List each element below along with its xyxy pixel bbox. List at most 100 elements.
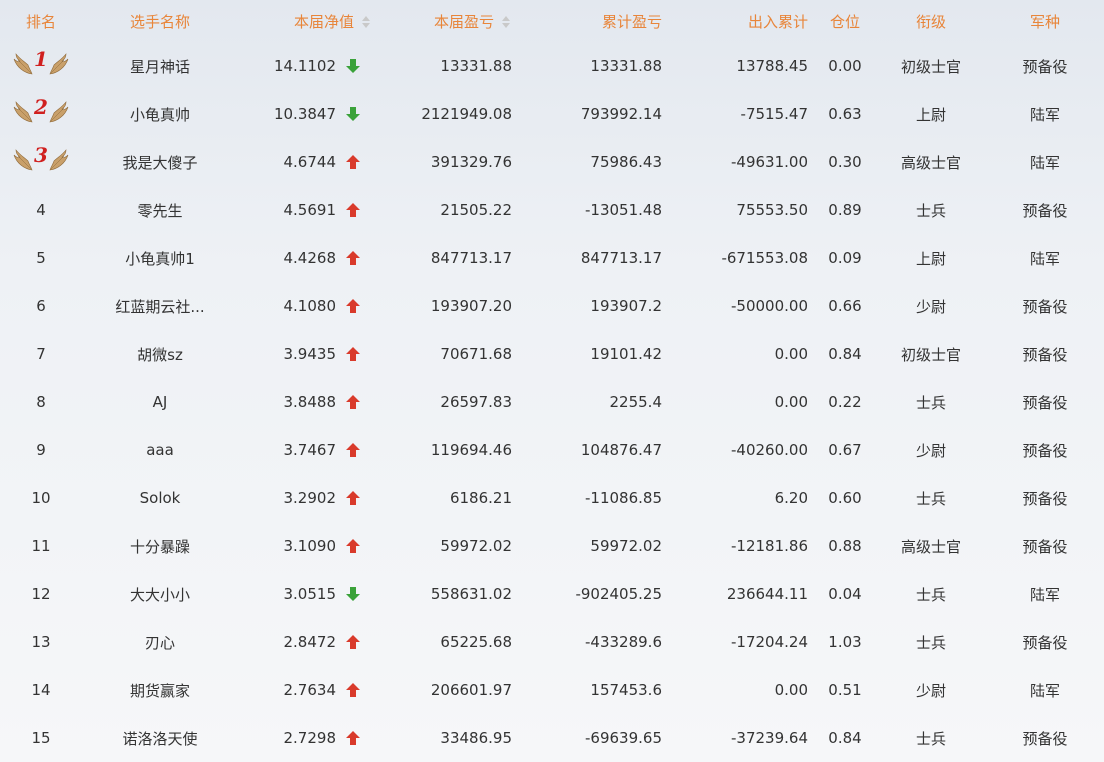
table-row[interactable]: 5 小龟真帅1 4.4268 847713.17 847713.17 -6715… <box>0 234 1104 282</box>
rank-medal: 3 <box>13 145 69 171</box>
nav-value: 2.8472 <box>283 633 337 651</box>
table-row[interactable]: 4 零先生 4.5691 21505.22 -13051.48 75553.50… <box>0 186 1104 234</box>
cell-profit: 70671.68 <box>440 345 512 363</box>
player-name[interactable]: 红蓝期云社... <box>115 298 204 316</box>
cell-cum-profit: -69639.65 <box>585 729 662 747</box>
cell-title: 少尉 <box>915 297 946 316</box>
cell-profit: 847713.17 <box>430 249 512 267</box>
table-row[interactable]: 2 小龟真帅 10.3847 2121949.08 793992.14 -751… <box>0 90 1104 138</box>
nav-value: 4.5691 <box>283 201 337 219</box>
cell-name[interactable]: Solok <box>82 474 238 522</box>
player-name[interactable]: 胡微sz <box>137 346 183 364</box>
player-name[interactable]: 大大小小 <box>130 586 190 604</box>
nav-value: 2.7298 <box>283 729 337 747</box>
table-row[interactable]: 9 aaa 3.7467 119694.46 104876.47 -40260.… <box>0 426 1104 474</box>
player-name[interactable]: AJ <box>153 393 168 411</box>
table-row[interactable]: 8 AJ 3.8488 26597.83 2255.4 0.00 0.22 士兵… <box>0 378 1104 426</box>
player-name[interactable]: 十分暴躁 <box>130 538 190 556</box>
col-header-branch: 军种 <box>1029 12 1060 31</box>
cell-branch: 陆军 <box>1029 249 1060 268</box>
nav-value: 4.1080 <box>283 297 337 315</box>
cell-name[interactable]: 胡微sz <box>82 330 238 378</box>
table-row[interactable]: 6 红蓝期云社... 4.1080 193907.20 193907.2 -50… <box>0 282 1104 330</box>
arrow-up-icon <box>346 731 360 745</box>
arrow-up-icon <box>346 635 360 649</box>
rank-number: 14 <box>31 681 51 699</box>
cell-flow: 236644.11 <box>726 585 808 603</box>
cell-name[interactable]: 期货赢家 <box>82 666 238 714</box>
arrow-up-icon <box>346 251 360 265</box>
rank-number: 6 <box>36 297 46 315</box>
nav-value: 3.8488 <box>283 393 337 411</box>
cell-name[interactable]: 星月神话 <box>82 42 238 90</box>
cell-name[interactable]: 小龟真帅1 <box>82 234 238 282</box>
col-header-nav[interactable]: 本届净值 <box>238 0 378 42</box>
cell-title: 上尉 <box>915 249 946 268</box>
table-row[interactable]: 12 大大小小 3.0515 558631.02 -902405.25 2366… <box>0 570 1104 618</box>
table-row[interactable]: 14 期货赢家 2.7634 206601.97 157453.6 0.00 0… <box>0 666 1104 714</box>
cell-position: 0.60 <box>828 489 862 507</box>
rank-number: 2 <box>34 95 48 119</box>
sort-icon[interactable] <box>502 16 510 28</box>
table-row[interactable]: 13 刃心 2.8472 65225.68 -433289.6 -17204.2… <box>0 618 1104 666</box>
cell-flow: -17204.24 <box>731 633 808 651</box>
table-row[interactable]: 1 星月神话 14.1102 13331.88 13331.88 13788.4… <box>0 42 1104 90</box>
player-name[interactable]: 小龟真帅1 <box>125 250 195 268</box>
cell-nav: 2.8472 <box>238 618 378 666</box>
rank-number: 15 <box>31 729 51 747</box>
col-header-title: 衔级 <box>915 12 946 31</box>
player-name[interactable]: 星月神话 <box>130 58 190 76</box>
cell-name[interactable]: 诺洛洛天使 <box>82 714 238 762</box>
player-name[interactable]: 刃心 <box>145 634 175 652</box>
cell-flow: -49631.00 <box>731 153 808 171</box>
cell-nav: 4.1080 <box>238 282 378 330</box>
cell-name[interactable]: 零先生 <box>82 186 238 234</box>
arrow-down-icon <box>346 59 360 73</box>
cell-profit: 33486.95 <box>440 729 512 747</box>
cell-position: 0.63 <box>828 105 862 123</box>
cell-name[interactable]: 十分暴躁 <box>82 522 238 570</box>
cell-cum-profit: 104876.47 <box>580 441 662 459</box>
cell-flow: -50000.00 <box>731 297 808 315</box>
ranking-table: 排名 选手名称 本届净值 本届盈亏 累计盈亏 出入累计 仓位 衔级 军种 1 星… <box>0 0 1104 762</box>
nav-value: 3.2902 <box>283 489 337 507</box>
arrow-up-icon <box>346 443 360 457</box>
cell-name[interactable]: 小龟真帅 <box>82 90 238 138</box>
table-row[interactable]: 15 诺洛洛天使 2.7298 33486.95 -69639.65 -3723… <box>0 714 1104 762</box>
cell-rank: 13 <box>0 618 82 666</box>
player-name[interactable]: 小龟真帅 <box>130 106 190 124</box>
cell-branch: 陆军 <box>1029 585 1060 604</box>
cell-profit: 2121949.08 <box>421 105 512 123</box>
cell-rank: 12 <box>0 570 82 618</box>
table-row[interactable]: 10 Solok 3.2902 6186.21 -11086.85 6.20 0… <box>0 474 1104 522</box>
cell-position: 0.84 <box>828 345 862 363</box>
cell-name[interactable]: aaa <box>82 426 238 474</box>
col-header-cum-profit: 累计盈亏 <box>601 12 662 31</box>
cell-name[interactable]: AJ <box>82 378 238 426</box>
player-name[interactable]: 期货赢家 <box>130 682 190 700</box>
rank-number: 13 <box>31 633 51 651</box>
rank-number: 10 <box>31 489 51 507</box>
cell-nav: 3.0515 <box>238 570 378 618</box>
table-row[interactable]: 11 十分暴躁 3.1090 59972.02 59972.02 -12181.… <box>0 522 1104 570</box>
arrow-up-icon <box>346 299 360 313</box>
player-name[interactable]: 零先生 <box>137 202 182 220</box>
cell-name[interactable]: 我是大傻子 <box>82 138 238 186</box>
player-name[interactable]: aaa <box>146 441 174 459</box>
nav-value: 3.7467 <box>283 441 337 459</box>
sort-icon[interactable] <box>362 16 370 28</box>
col-header-profit[interactable]: 本届盈亏 <box>378 0 518 42</box>
cell-title: 初级士官 <box>900 57 961 76</box>
player-name[interactable]: 我是大傻子 <box>122 154 197 172</box>
cell-name[interactable]: 红蓝期云社... <box>82 282 238 330</box>
player-name[interactable]: Solok <box>140 489 181 507</box>
cell-title: 士兵 <box>915 201 946 220</box>
cell-nav: 4.4268 <box>238 234 378 282</box>
arrow-up-icon <box>346 683 360 697</box>
cell-name[interactable]: 刃心 <box>82 618 238 666</box>
table-row[interactable]: 7 胡微sz 3.9435 70671.68 19101.42 0.00 0.8… <box>0 330 1104 378</box>
cell-name[interactable]: 大大小小 <box>82 570 238 618</box>
player-name[interactable]: 诺洛洛天使 <box>122 730 197 748</box>
table-row[interactable]: 3 我是大傻子 4.6744 391329.76 75986.43 -49631… <box>0 138 1104 186</box>
cell-branch: 预备役 <box>1022 537 1068 556</box>
